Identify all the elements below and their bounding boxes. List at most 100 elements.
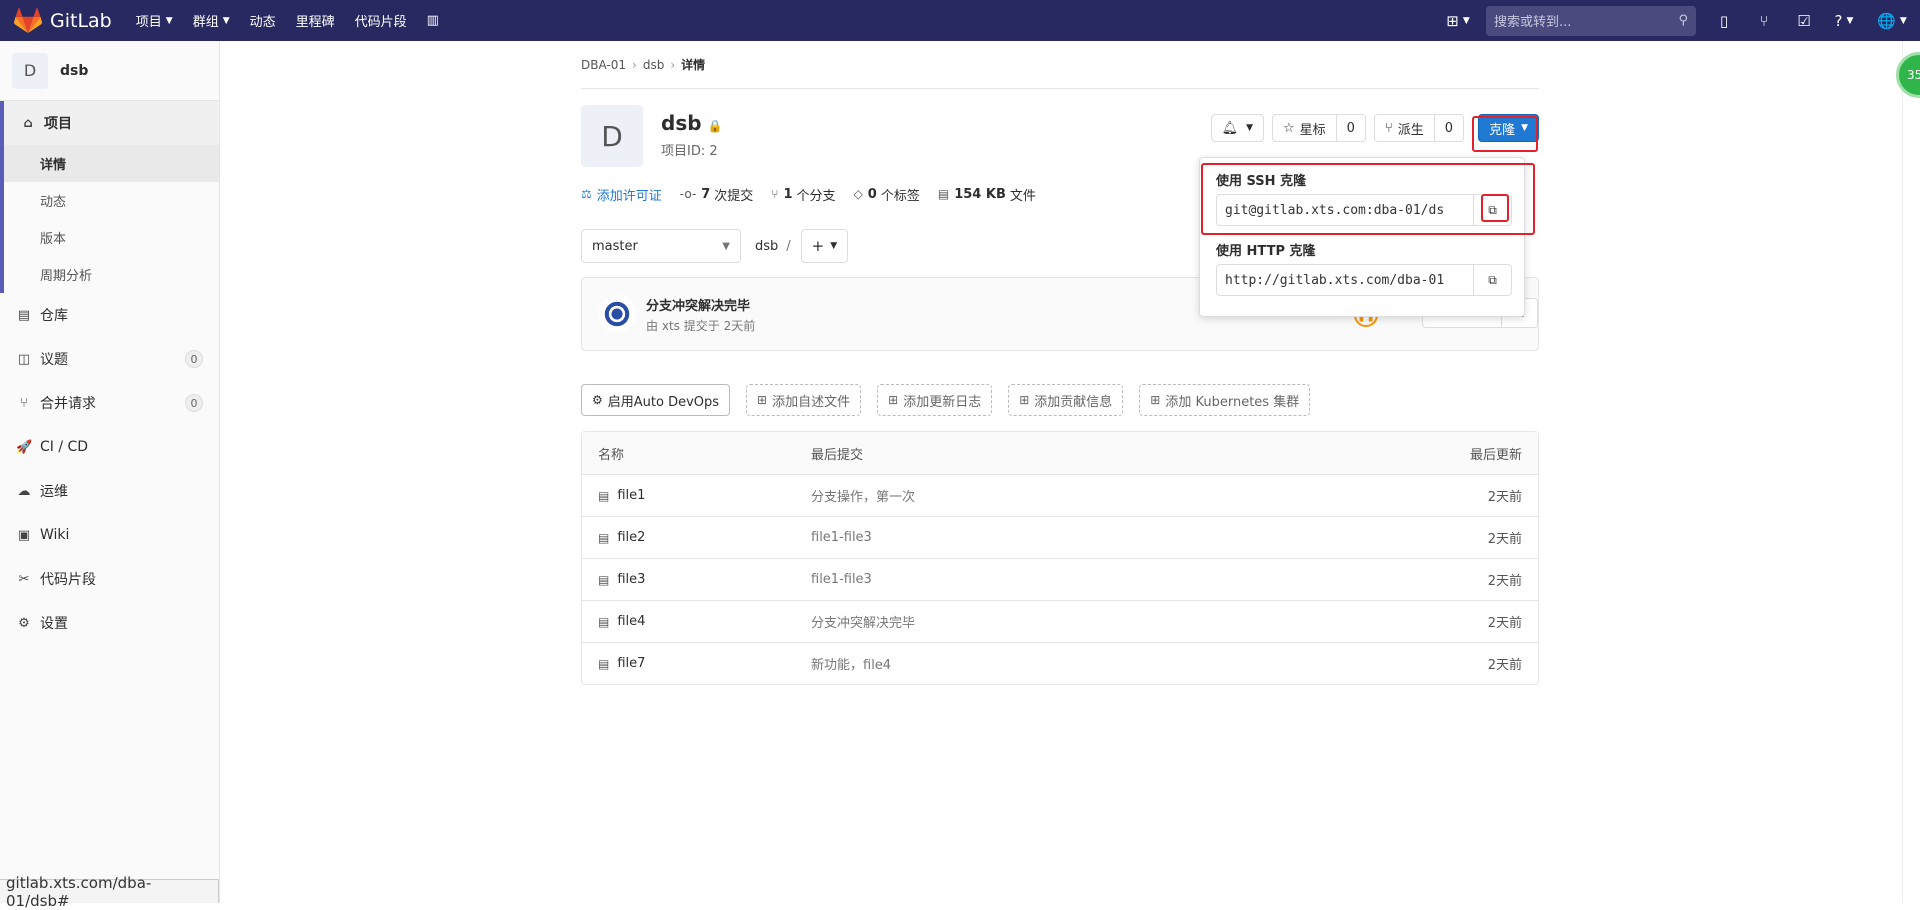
file-icon: ▤ — [598, 572, 610, 587]
breadcrumb-project[interactable]: dsb — [643, 58, 665, 72]
nav-activity[interactable]: 动态 — [240, 0, 286, 41]
commit-author-prefix: 由 — [646, 318, 659, 333]
sidebar-item-label: 议题 — [40, 352, 68, 368]
new-item-plus-icon[interactable]: ⊞ ▼ — [1438, 0, 1478, 41]
file-commit[interactable]: 分支操作，第一次 — [811, 486, 1402, 505]
sidebar-item-repository[interactable]: ▤ 仓库 — [0, 293, 219, 337]
sidebar-item-operations[interactable]: ☁ 运维 — [0, 469, 219, 513]
nav-projects[interactable]: 项目 ▼ — [126, 0, 183, 41]
file-name[interactable]: file1 — [617, 488, 645, 503]
http-clone-url-input[interactable]: http://gitlab.xts.com/dba-01 — [1216, 264, 1474, 296]
file-name[interactable]: file4 — [617, 614, 645, 629]
file-commit[interactable]: file1-file3 — [811, 572, 1402, 587]
file-icon: ▤ — [598, 530, 610, 545]
sidebar-sub-cycle-analytics[interactable]: 周期分析 — [4, 256, 219, 293]
table-row[interactable]: ▤ file2 file1-file3 2天前 — [582, 516, 1538, 558]
sidebar-project-header[interactable]: D dsb — [0, 41, 219, 101]
file-updated: 2天前 — [1487, 490, 1522, 505]
add-file-button[interactable]: + ▼ — [800, 229, 849, 263]
add-contributing-button[interactable]: ⊞ 添加贡献信息 — [1008, 384, 1124, 416]
repo-path[interactable]: dsb — [755, 239, 778, 254]
star-button[interactable]: ☆ 星标 — [1272, 114, 1337, 142]
file-name[interactable]: file2 — [617, 530, 645, 545]
sidebar-item-label: Wiki — [40, 527, 70, 543]
sidebar-item-label: CI / CD — [40, 439, 89, 455]
add-readme-button[interactable]: ⊞ 添加自述文件 — [746, 384, 862, 416]
merge-requests-count-badge: 0 — [185, 394, 203, 412]
user-avatar[interactable]: 🌐 ▼ — [1864, 0, 1920, 41]
breadcrumb-current[interactable]: 详情 — [681, 56, 705, 73]
file-name[interactable]: file3 — [617, 572, 645, 587]
table-row[interactable]: ▤ file1 分支操作，第一次 2天前 — [582, 474, 1538, 516]
size-value: 154 KB — [954, 186, 1006, 202]
nav-activity-label: 动态 — [249, 15, 276, 30]
home-icon: ⌂ — [23, 115, 33, 131]
quick-action-label: 添加更新日志 — [903, 394, 982, 410]
nav-milestones[interactable]: 里程碑 — [286, 0, 345, 41]
notification-button[interactable]: 🔔︎ ▼ — [1210, 114, 1264, 142]
size-label: 文件 — [1009, 188, 1036, 204]
chart-icon[interactable]: ▥ — [417, 0, 449, 41]
commit-author[interactable]: xts — [662, 319, 680, 333]
breadcrumb: DBA-01 › dsb › 详情 — [581, 41, 1539, 89]
sidebar-item-project[interactable]: ⌂ 项目 — [4, 101, 219, 145]
todo-check-icon[interactable]: ☑ — [1784, 0, 1824, 41]
commits-stat[interactable]: -o- 7 次提交 — [680, 185, 754, 204]
branches-stat[interactable]: ⑂ 1 个分支 — [771, 185, 835, 204]
branch-icon: ⑂ — [771, 187, 779, 201]
file-icon: ▤ — [598, 614, 610, 629]
copy-http-icon[interactable]: ⧉ — [1474, 264, 1512, 296]
file-name[interactable]: file7 — [617, 656, 645, 671]
main-content: DBA-01 › dsb › 详情 D dsb 🔒 项目ID: 2 🔔︎ ▼ ☆ 星标… — [581, 41, 1539, 685]
sidebar-sub-releases[interactable]: 版本 — [4, 219, 219, 256]
star-count[interactable]: 0 — [1336, 114, 1366, 142]
fork-button[interactable]: ⑂ 派生 — [1373, 114, 1435, 142]
file-commit[interactable]: file1-file3 — [811, 530, 1402, 545]
search-icon: ⚲ — [1678, 13, 1688, 28]
author-avatar[interactable] — [598, 295, 636, 333]
fork-count[interactable]: 0 — [1434, 114, 1465, 142]
branch-select[interactable]: master ▼ — [581, 229, 741, 263]
star-icon: ☆ — [1283, 120, 1295, 136]
scissors-icon: ✂ — [18, 571, 30, 587]
plus-icon: + — [811, 237, 825, 255]
sidebar-toggle-icon[interactable]: ▯ — [1704, 0, 1744, 41]
enable-auto-devops-button[interactable]: ⚙ 启用Auto DevOps — [581, 384, 731, 416]
gitlab-logo[interactable]: GitLab — [14, 7, 112, 34]
sidebar-item-wiki[interactable]: ▣ Wiki — [0, 513, 219, 557]
sidebar-item-settings[interactable]: ⚙ 设置 — [0, 601, 219, 645]
nav-groups[interactable]: 群组 ▼ — [183, 0, 240, 41]
page-title: dsb 🔒 — [661, 111, 723, 135]
star-label: 星标 — [1299, 122, 1326, 138]
bell-icon: 🔔︎ — [1221, 120, 1239, 136]
path-separator: / — [786, 238, 791, 254]
project-id: 项目ID: 2 — [661, 144, 718, 159]
sidebar-item-ci-cd[interactable]: 🚀 CI / CD — [0, 425, 219, 469]
floating-badge[interactable]: 35 — [1896, 52, 1920, 98]
merge-requests-icon[interactable]: ⑂ — [1744, 0, 1784, 41]
sidebar-item-merge-requests[interactable]: ⑂ 合并请求 0 — [0, 381, 219, 425]
file-updated: 2天前 — [1487, 532, 1522, 547]
table-row[interactable]: ▤ file3 file1-file3 2天前 — [582, 558, 1538, 600]
help-icon[interactable]: ? ▼ — [1824, 0, 1864, 41]
table-row[interactable]: ▤ file7 新功能，file4 2天前 — [582, 642, 1538, 684]
breadcrumb-group[interactable]: DBA-01 — [581, 58, 626, 72]
commit-title[interactable]: 分支冲突解决完毕 — [646, 295, 755, 314]
table-row[interactable]: ▤ file4 分支冲突解决完毕 2天前 — [582, 600, 1538, 642]
sidebar-sub-activity[interactable]: 动态 — [4, 182, 219, 219]
add-license-link[interactable]: ⚖ 添加许可证 — [581, 185, 662, 204]
add-changelog-button[interactable]: ⊞ 添加更新日志 — [877, 384, 993, 416]
gear-icon: ⚙ — [18, 615, 30, 631]
commits-count: 7 — [701, 186, 711, 202]
sidebar-item-label: 代码片段 — [40, 572, 96, 588]
search-input[interactable]: 搜索或转到... ⚲ — [1486, 5, 1696, 36]
file-commit[interactable]: 分支冲突解决完毕 — [811, 612, 1402, 631]
commit-time: 2天前 — [723, 318, 756, 333]
add-kubernetes-button[interactable]: ⊞ 添加 Kubernetes 集群 — [1139, 384, 1311, 416]
file-commit[interactable]: 新功能，file4 — [811, 654, 1402, 673]
sidebar-sub-details[interactable]: 详情 — [4, 145, 219, 182]
tags-stat[interactable]: ◇ 0 个标签 — [854, 185, 920, 204]
nav-snippets[interactable]: 代码片段 — [345, 0, 417, 41]
sidebar-item-issues[interactable]: ◫ 议题 0 — [0, 337, 219, 381]
sidebar-item-snippets[interactable]: ✂ 代码片段 — [0, 557, 219, 601]
